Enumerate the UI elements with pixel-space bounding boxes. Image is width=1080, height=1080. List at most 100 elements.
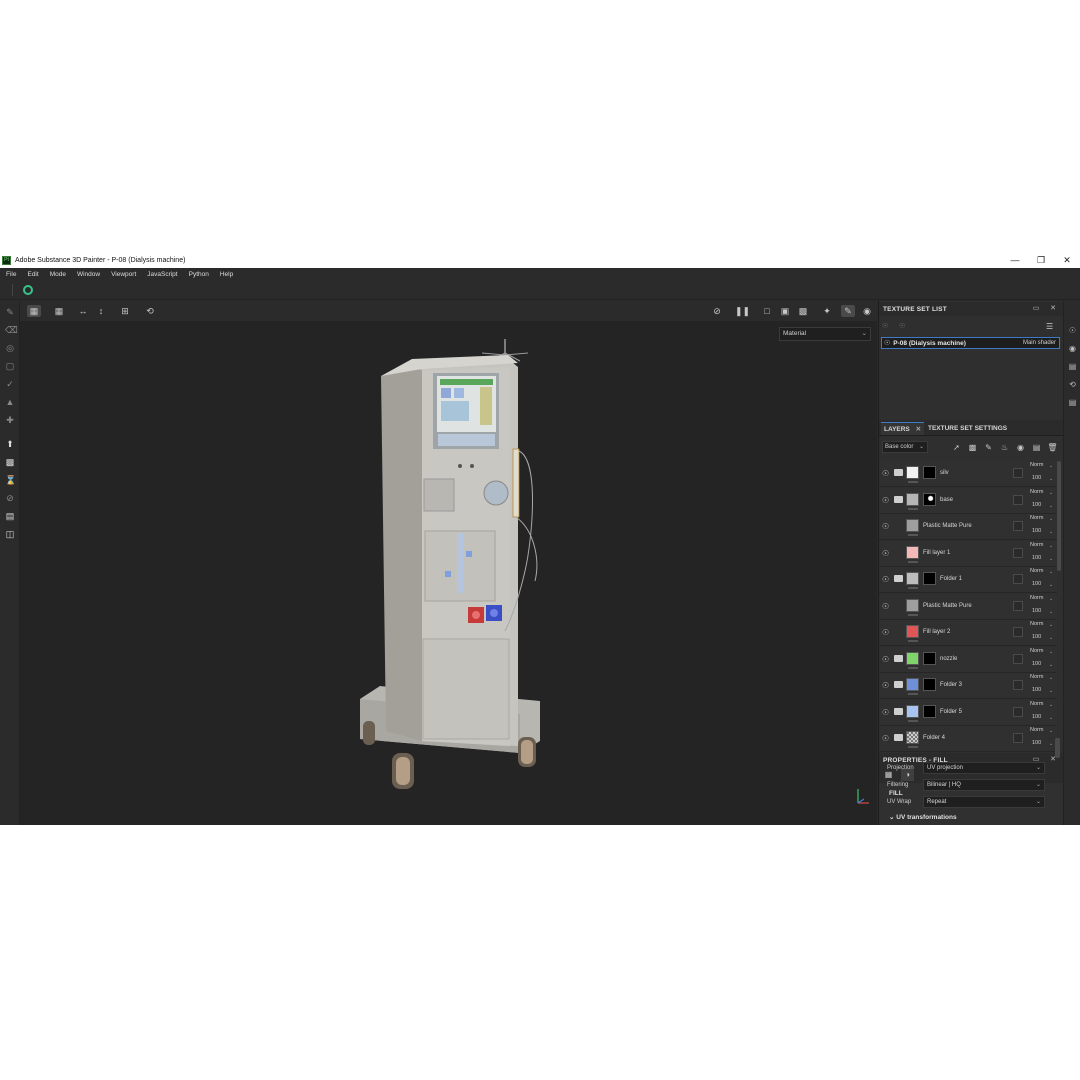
menu-window[interactable]: Window [77, 271, 100, 278]
layer-blend-mode[interactable]: Norm [1030, 621, 1043, 627]
symmetry-icon[interactable]: ↔ [76, 305, 90, 317]
eye-icon[interactable]: ☉ [882, 522, 889, 531]
layer-opacity[interactable]: 100 [1032, 740, 1041, 746]
texture-set-shader[interactable]: Main shader [1023, 340, 1056, 346]
cube-stack-icon[interactable]: ◫ [5, 529, 15, 539]
history-icon[interactable]: ⟲ [143, 305, 157, 317]
visibility-icon[interactable]: ☉ [882, 322, 892, 332]
layer-thumbnail[interactable] [906, 492, 919, 506]
folder-icon[interactable] [894, 707, 903, 715]
projection-icon[interactable]: ◎ [5, 343, 15, 353]
layer-thumbnail[interactable] [906, 572, 919, 585]
layer-checkbox[interactable] [1013, 733, 1023, 743]
layer-thumbnail[interactable] [906, 651, 919, 665]
hourglass-icon[interactable]: ⌛ [5, 475, 16, 485]
view-3d-icon[interactable]: ▣ [778, 305, 792, 317]
layer-row[interactable]: ☉ Folder 3 Norm ⌄ 100 ⌄ [879, 673, 1057, 699]
delete-layer-icon[interactable]: 🗑 [1047, 442, 1058, 453]
layer-row[interactable]: ☉ silv Norm ⌄ 100 ⌄ [879, 461, 1057, 487]
grid-settings-icon[interactable]: ▦ [52, 305, 66, 317]
layer-mask-thumbnail[interactable] [923, 466, 936, 479]
bake-icon[interactable]: ▩ [5, 457, 15, 467]
layer-thumbnail[interactable] [906, 519, 919, 532]
chevron-down-icon[interactable]: ⌄ [1049, 503, 1053, 509]
chevron-down-icon[interactable]: ⌄ [1049, 476, 1053, 482]
layer-blend-mode[interactable]: Norm [1030, 515, 1043, 521]
chevron-down-icon[interactable]: ⌄ [1049, 463, 1053, 469]
layer-name[interactable]: Folder 3 [940, 682, 962, 688]
chevron-down-icon[interactable]: ⌄ [1049, 556, 1053, 562]
menu-python[interactable]: Python [189, 271, 209, 278]
3d-viewport[interactable]: Material ⌄ [20, 321, 877, 825]
layer-name[interactable]: silv [940, 470, 949, 476]
add-paint-layer-icon[interactable]: ✎ [983, 442, 994, 453]
chevron-down-icon[interactable]: ⌄ [1049, 688, 1053, 694]
close-tab-icon[interactable]: ✕ [916, 426, 921, 433]
chevron-down-icon[interactable]: ⌄ [1049, 675, 1053, 681]
layer-checkbox[interactable] [1013, 627, 1023, 637]
solo-icon[interactable]: ☉ [899, 322, 909, 332]
folder-icon[interactable] [894, 469, 903, 476]
layer-opacity[interactable]: 100 [1032, 581, 1041, 587]
add-fill-layer-icon[interactable]: ♨ [999, 442, 1010, 453]
environment-icon[interactable]: ◉ [1067, 343, 1078, 354]
camera-icon[interactable]: ▩ [796, 305, 810, 317]
plugin-ring-icon[interactable] [23, 285, 33, 295]
layer-checkbox[interactable] [1013, 680, 1023, 690]
eye-icon[interactable]: ☉ [882, 469, 889, 478]
layer-checkbox[interactable] [1013, 494, 1023, 505]
chevron-down-icon[interactable]: ⌄ [1049, 596, 1053, 602]
hide-icon[interactable]: ⊘ [710, 305, 724, 317]
folder-icon[interactable] [894, 681, 903, 688]
layer-name[interactable]: Folder 4 [923, 735, 945, 741]
layer-scrollbar[interactable] [1057, 461, 1061, 571]
layer-row[interactable]: ☉ base Norm ⌄ 100 ⌄ [879, 487, 1057, 514]
uv-wrap-select[interactable]: Repeat ⌄ [923, 796, 1045, 808]
projection-select[interactable]: UV projection ⌄ [923, 762, 1045, 774]
chevron-down-icon[interactable]: ⌄ [1049, 715, 1053, 721]
pause-icon[interactable]: ❚❚ [735, 305, 750, 317]
layer-mask-thumbnail[interactable] [923, 704, 936, 718]
layer-checkbox[interactable] [1013, 574, 1023, 584]
chevron-down-icon[interactable]: ⌄ [1049, 728, 1053, 734]
chevron-down-icon[interactable]: ⌄ [1049, 662, 1053, 668]
layer-thumbnail[interactable] [906, 678, 919, 691]
layer-checkbox[interactable] [1013, 468, 1023, 478]
folder-icon[interactable] [894, 575, 903, 582]
chevron-down-icon[interactable]: ⌄ [1049, 543, 1053, 549]
close-button[interactable]: ✕ [1054, 253, 1080, 268]
layer-name[interactable]: nozzle [940, 656, 957, 662]
chevron-down-icon[interactable]: ⌄ [1049, 635, 1053, 641]
layer-thumbnail[interactable] [906, 466, 919, 479]
layer-row[interactable]: ☉ Folder 5 Norm ⌄ 100 ⌄ [879, 699, 1057, 726]
layer-checkbox[interactable] [1013, 521, 1023, 531]
layer-opacity[interactable]: 100 [1032, 608, 1041, 614]
eye-icon[interactable]: ☉ [882, 628, 889, 637]
layer-opacity[interactable]: 100 [1032, 634, 1041, 640]
restore-button[interactable]: ❐ [1028, 253, 1054, 268]
layer-opacity[interactable]: 100 [1032, 475, 1041, 481]
menu-help[interactable]: Help [220, 271, 233, 278]
menu-javascript[interactable]: JavaScript [147, 271, 177, 278]
layer-opacity[interactable]: 100 [1032, 528, 1041, 534]
layer-opacity[interactable]: 100 [1032, 687, 1041, 693]
eye-icon[interactable]: ☉ [882, 655, 889, 664]
layer-blend-mode[interactable]: Norm [1030, 595, 1043, 601]
layer-name[interactable]: Fill layer 2 [923, 629, 950, 635]
layer-mask-thumbnail[interactable] [923, 678, 936, 691]
layer-blend-mode[interactable]: Norm [1030, 489, 1043, 495]
folder-icon[interactable] [894, 734, 903, 741]
menu-viewport[interactable]: Viewport [111, 271, 136, 278]
layer-thumbnail[interactable] [906, 704, 919, 718]
chevron-down-icon[interactable]: ⌄ [1049, 609, 1053, 615]
picker-icon[interactable]: ✚ [5, 415, 15, 425]
channel-select[interactable]: Base color ⌄ [882, 441, 928, 453]
shelf-icon[interactable]: ▤ [1067, 361, 1078, 372]
paint-brush-icon[interactable]: ✎ [5, 307, 15, 317]
layer-thumbnail[interactable] [906, 731, 919, 744]
layer-blend-mode[interactable]: Norm [1030, 701, 1043, 707]
add-smart-material-icon[interactable]: ◉ [1015, 442, 1026, 453]
layer-name[interactable]: Plastic Matte Pure [923, 603, 972, 609]
layer-mask-thumbnail[interactable] [923, 572, 936, 585]
layer-row[interactable]: ☉ Plastic Matte Pure Norm ⌄ 100 ⌄ [879, 593, 1057, 620]
